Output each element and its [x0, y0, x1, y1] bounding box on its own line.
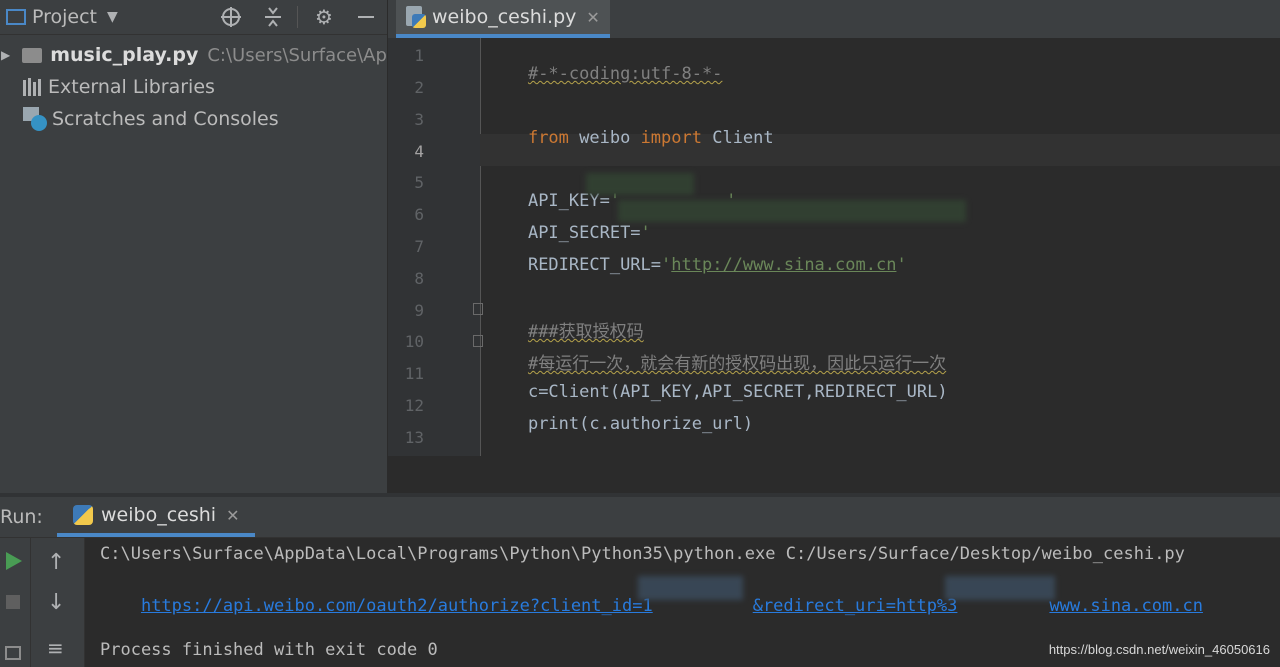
fold-marker-icon[interactable] [473, 335, 483, 347]
line-number: 10 [404, 332, 424, 351]
project-panel-icon [6, 9, 26, 25]
rerun-icon[interactable] [6, 552, 22, 570]
chevron-down-icon[interactable]: ▼ [107, 9, 118, 25]
url-string[interactable]: http://www.sina.com.cn [671, 255, 896, 275]
line-number: 7 [414, 237, 424, 256]
string-quote: ' [661, 255, 672, 275]
string-quote: ' [896, 255, 907, 275]
line-number: 12 [404, 396, 424, 415]
tab-weibo-ceshi[interactable]: weibo_ceshi.py ✕ [396, 0, 610, 38]
run-toolbar [0, 538, 31, 667]
redacted-api-key [586, 173, 694, 195]
tree-item-label: Scratches and Consoles [52, 108, 279, 130]
collapse-all-icon[interactable] [261, 5, 285, 29]
line-number: 1 [414, 46, 424, 65]
keyword-import: import [640, 128, 702, 148]
line-number: 6 [414, 205, 424, 224]
tree-item-music-play[interactable]: ▶ music_play.py C:\Users\Surface\AppData [0, 40, 441, 70]
code-line-1: #-*-coding:utf-8-*- [487, 44, 722, 104]
var-redirect-url: REDIRECT_URL= [527, 255, 662, 275]
tab-label: weibo_ceshi.py [432, 6, 577, 28]
redacted-client-id [638, 576, 743, 600]
tree-item-external-libraries[interactable]: External Libraries [0, 72, 215, 102]
hide-panel-icon[interactable] [354, 5, 378, 29]
arrow-down-icon[interactable]: ↓ [47, 590, 65, 615]
line-number: 5 [414, 173, 424, 192]
imported-name: Client [701, 128, 774, 148]
line-number: 13 [404, 428, 424, 447]
folder-icon [22, 47, 43, 63]
code-line-12: print(c.authorize_url) [487, 394, 753, 454]
run-tab-label: weibo_ceshi [101, 504, 217, 526]
close-icon[interactable]: ✕ [586, 8, 599, 27]
project-view-selector[interactable]: Project [32, 6, 97, 28]
run-panel-header: Run: weibo_ceshi ✕ [0, 497, 1280, 538]
locate-icon[interactable] [219, 5, 243, 29]
print-call: print(c.authorize_url) [527, 414, 754, 434]
console-exit-status: Process finished with exit code 0 [100, 640, 438, 660]
console-command-line: C:\Users\Surface\AppData\Local\Programs\… [100, 544, 1185, 564]
coding-comment: #-*-coding:utf-8-*- [527, 64, 723, 84]
code-editor[interactable]: 1 2 3 4 5 6 7 8 9 10 11 12 13 #-*-coding… [388, 38, 1280, 456]
python-icon [73, 505, 93, 525]
line-number: 3 [414, 110, 424, 129]
stop-icon[interactable] [6, 595, 20, 609]
gear-icon[interactable]: ⚙ [312, 5, 336, 29]
code-line-3: from weibo import Client [487, 108, 774, 168]
line-number: 2 [414, 78, 424, 97]
module-name: weibo [568, 128, 641, 148]
line-number: 8 [414, 269, 424, 288]
redacted-api-secret [618, 200, 966, 222]
arrow-up-icon[interactable]: ↑ [47, 550, 65, 575]
close-icon[interactable]: ✕ [226, 506, 239, 525]
watermark: https://blog.csdn.net/weixin_46050616 [1048, 642, 1270, 657]
expand-arrow-icon[interactable]: ▶ [1, 48, 10, 62]
project-panel-header: Project ▼ ⚙ [0, 0, 387, 35]
header-divider [297, 6, 298, 28]
library-icon [23, 78, 41, 96]
keyword-from: from [527, 128, 569, 148]
line-number: 11 [404, 364, 424, 383]
line-number-current: 4 [414, 142, 424, 161]
python-file-icon [406, 6, 426, 28]
scratches-icon [23, 107, 47, 131]
run-toolbar-secondary: ↑ ↓ ≡ [31, 538, 85, 667]
restore-layout-icon[interactable] [5, 646, 21, 660]
tree-item-scratches[interactable]: Scratches and Consoles [0, 104, 279, 134]
auth-url-part[interactable]: www.sina.com.cn [1049, 596, 1203, 616]
tree-item-label: External Libraries [48, 76, 215, 98]
auth-url-part[interactable]: &redirect_uri=http%3 [753, 596, 958, 616]
fold-marker-icon[interactable] [473, 303, 483, 315]
tree-item-label: music_play.py [50, 44, 199, 66]
project-tree: ▶ music_play.py C:\Users\Surface\AppData… [0, 35, 441, 523]
redacted-redirect-part [945, 576, 1055, 600]
run-tab-weibo-ceshi[interactable]: weibo_ceshi ✕ [57, 497, 256, 537]
line-number: 9 [414, 301, 424, 320]
code-line-7: REDIRECT_URL='http://www.sina.com.cn' [487, 235, 907, 295]
auth-url-part[interactable]: https://api.weibo.com/oauth2/authorize?c… [141, 596, 653, 616]
run-label: Run: [0, 506, 43, 528]
soft-wrap-icon[interactable]: ≡ [47, 636, 64, 660]
